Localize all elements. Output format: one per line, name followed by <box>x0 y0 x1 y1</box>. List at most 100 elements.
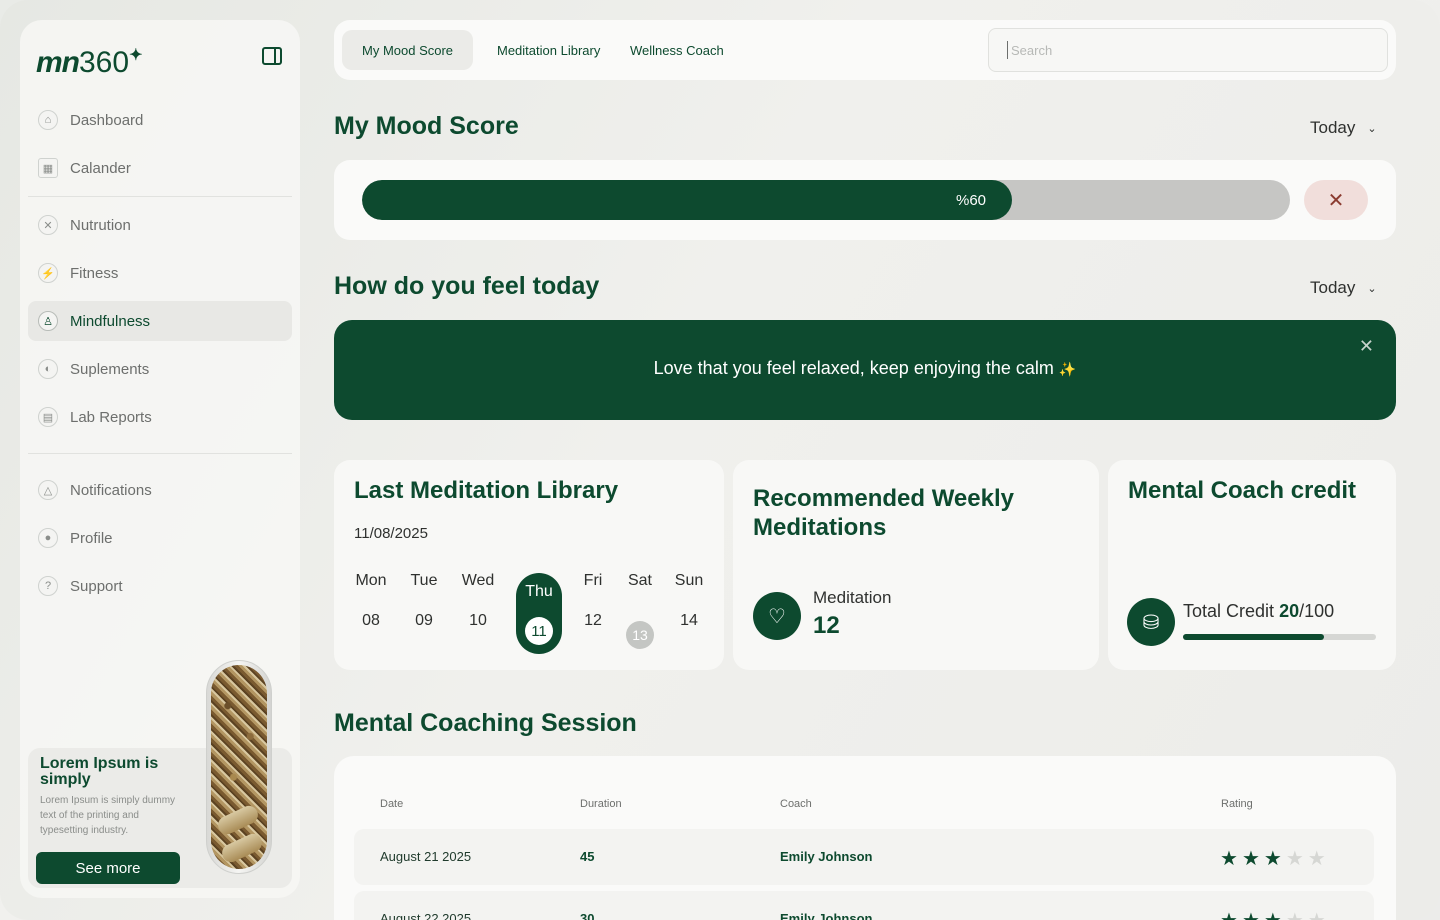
cell-date: August 21 2025 <box>380 849 472 864</box>
last-meditation-date: 11/08/2025 <box>354 525 428 542</box>
sidebar-item-label: Notifications <box>70 481 152 499</box>
sidebar-item-label: Dashboard <box>70 111 144 129</box>
sidebar-item-label: Profile <box>70 529 113 547</box>
sidebar-item-label: Mindfulness <box>70 312 151 330</box>
recommended-label: Meditation <box>813 588 892 607</box>
sessions-heading: Mental Coaching Session <box>334 709 637 737</box>
mood-period-dropdown[interactable]: Today ⌄ <box>1310 118 1377 138</box>
sidebar-item-profile[interactable]: ● Profile <box>28 518 292 558</box>
chevron-down-icon: ⌄ <box>1367 282 1377 295</box>
sidebar-item-label: Fitness <box>70 264 119 282</box>
star-icon[interactable]: ★ <box>1308 848 1330 870</box>
clipboard-icon: ▤ <box>38 407 58 427</box>
sidebar-item-nutrution[interactable]: ✕ Nutrution <box>28 205 292 245</box>
day-name[interactable]: Wed <box>455 572 501 590</box>
feel-banner: Love that you feel relaxed, keep enjoyin… <box>334 320 1396 420</box>
day-number-muted[interactable]: 13 <box>626 621 654 649</box>
sidebar-item-dashboard[interactable]: ⌂ Dashboard <box>28 100 292 140</box>
sidebar-toggle-icon[interactable] <box>262 47 282 65</box>
day-number[interactable]: 14 <box>666 612 712 630</box>
coach-credit-card: Mental Coach credit ⛁ Total Credit 20/10… <box>1108 460 1396 670</box>
mood-progress-fill <box>362 180 1012 220</box>
banner-close-icon[interactable]: ✕ <box>1359 336 1374 357</box>
col-header-rating: Rating <box>1221 798 1253 810</box>
sidebar-divider <box>28 453 292 454</box>
star-icon[interactable]: ★ <box>1220 910 1242 920</box>
table-row[interactable]: August 22 202530Emily Johnson★★★★★ <box>354 891 1374 920</box>
sidebar-item-fitness[interactable]: ⚡ Fitness <box>28 253 292 293</box>
sidebar-item-label: Suplements <box>70 360 150 378</box>
day-number: 11 <box>525 617 553 645</box>
feel-heading: How do you feel today <box>334 272 600 300</box>
day-number[interactable]: 09 <box>401 612 447 630</box>
day-selected[interactable]: Thu 11 <box>516 573 562 654</box>
star-icon[interactable]: ★ <box>1220 848 1242 870</box>
utensils-icon: ✕ <box>38 215 58 235</box>
star-icon[interactable]: ★ <box>1242 848 1264 870</box>
sparkle-icon: ✨ <box>1058 361 1077 377</box>
see-more-button[interactable]: See more <box>36 852 180 884</box>
feel-period-dropdown[interactable]: Today ⌄ <box>1310 278 1377 298</box>
tab-wellness-coach[interactable]: Wellness Coach <box>610 30 744 70</box>
star-icon[interactable]: ★ <box>1286 848 1308 870</box>
mood-progress-label: %60 <box>956 191 987 209</box>
running-icon: ⚡ <box>38 263 58 283</box>
star-icon[interactable]: ★ <box>1264 910 1286 920</box>
credit-label: Total Credit <box>1183 601 1275 621</box>
feel-message: Love that you feel relaxed, keep enjoyin… <box>653 358 1054 378</box>
sessions-table: Date Duration Coach Rating August 21 202… <box>334 756 1396 920</box>
mood-score-heading: My Mood Score <box>334 112 519 140</box>
promo-title: Lorem Ipsum is simply <box>40 755 159 788</box>
coins-icon: ⛁ <box>1127 598 1175 646</box>
star-icon[interactable]: ★ <box>1242 910 1264 920</box>
day-number[interactable]: 08 <box>348 612 394 630</box>
mood-close-button[interactable]: ✕ <box>1304 180 1368 220</box>
chevron-down-icon: ⌄ <box>1367 122 1377 135</box>
sidebar-item-lab-reports[interactable]: ▤ Lab Reports <box>28 397 292 437</box>
calendar-icon: ▦ <box>38 158 58 178</box>
day-name[interactable]: Sat <box>617 572 663 590</box>
day-name[interactable]: Fri <box>570 572 616 590</box>
star-icon[interactable]: ★ <box>1308 910 1330 920</box>
star-icon[interactable]: ★ <box>1286 910 1308 920</box>
recommended-title-line2: Meditations <box>753 514 887 541</box>
search-input[interactable] <box>1011 42 1341 58</box>
meditation-icon: ♙ <box>38 311 58 331</box>
user-icon: ● <box>38 528 58 548</box>
recommended-meditations-card: Recommended Weekly Meditations ♡ Meditat… <box>733 460 1099 670</box>
day-name[interactable]: Mon <box>348 572 394 590</box>
sidebar-item-suplements[interactable]: ◐ Suplements <box>28 349 292 389</box>
credit-total: /100 <box>1299 601 1335 621</box>
day-name[interactable]: Sun <box>666 572 712 590</box>
table-row[interactable]: August 21 2025 45 Emily Johnson ★★★★★ <box>354 829 1374 885</box>
tab-my-mood-score[interactable]: My Mood Score <box>342 30 474 70</box>
help-icon: ? <box>38 576 58 596</box>
cell-duration: 45 <box>580 849 595 864</box>
sidebar-item-mindfulness[interactable]: ♙ Mindfulness <box>28 301 292 341</box>
cell-coach: Emily Johnson <box>780 849 873 864</box>
last-meditation-title: Last Meditation Library <box>354 477 619 504</box>
rating-stars[interactable]: ★★★★★ <box>1220 908 1330 920</box>
top-nav-bar: My Mood Score Meditation Library Wellnes… <box>334 20 1396 80</box>
sidebar-item-support[interactable]: ? Support <box>28 566 292 606</box>
sidebar-item-calander[interactable]: ▦ Calander <box>28 148 292 188</box>
col-header-duration: Duration <box>580 798 622 810</box>
star-icon[interactable]: ★ <box>1264 848 1286 870</box>
app-frame: mn360✦ ⌂ Dashboard ▦ Calander ✕ Nutrution ⚡ Fi… <box>0 0 1440 920</box>
cell-duration: 30 <box>580 911 595 920</box>
col-header-date: Date <box>380 798 404 810</box>
credit-progress-fill <box>1183 634 1324 640</box>
app-logo[interactable]: mn360✦ <box>36 46 143 80</box>
sidebar-item-notifications[interactable]: △ Notifications <box>28 470 292 510</box>
search-box[interactable] <box>988 28 1388 72</box>
sidebar-item-label: Support <box>70 577 123 595</box>
heart-icon: ♡ <box>753 592 801 640</box>
day-name[interactable]: Tue <box>401 572 447 590</box>
rating-stars[interactable]: ★★★★★ <box>1220 846 1330 871</box>
mood-progress-bar: %60 <box>362 180 1290 220</box>
recommended-title-line1: Recommended Weekly <box>753 485 1014 512</box>
day-number[interactable]: 12 <box>570 612 616 630</box>
day-number[interactable]: 10 <box>455 612 501 630</box>
col-header-coach: Coach <box>780 798 812 810</box>
tab-meditation-library[interactable]: Meditation Library <box>477 30 620 70</box>
